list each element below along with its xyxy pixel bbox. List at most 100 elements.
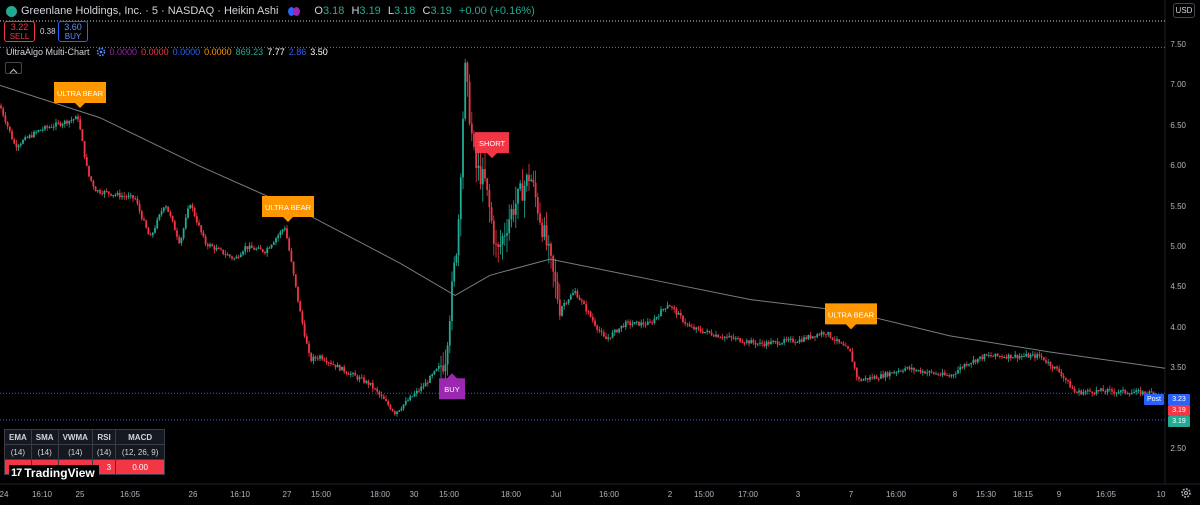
candle-body <box>415 390 418 394</box>
candle-body <box>776 341 779 345</box>
candle-body <box>431 374 434 376</box>
candle-body <box>470 123 473 134</box>
symbol-title[interactable]: Greenlane Holdings, Inc. · 5 · NASDAQ · … <box>21 5 278 17</box>
candle-body <box>994 353 997 357</box>
candle-body <box>312 356 315 361</box>
candle-body <box>211 244 214 247</box>
ohlc-high-value: 3.19 <box>359 5 381 17</box>
candle-body <box>877 378 880 380</box>
candle-body <box>748 340 750 344</box>
candle-body <box>363 377 365 383</box>
candle-body <box>741 342 744 344</box>
candle-body <box>283 228 286 230</box>
candle-body <box>600 330 603 333</box>
buy-button[interactable]: 3.60 BUY <box>58 21 88 42</box>
candle-body <box>125 196 128 198</box>
candle-body <box>48 127 51 129</box>
candle-body <box>985 354 988 356</box>
candle-body <box>737 338 739 340</box>
tradingview-logo[interactable]: 17 TradingView <box>9 465 99 481</box>
candle-body <box>532 179 535 183</box>
candle-body <box>1080 390 1083 395</box>
candle-body <box>15 143 18 148</box>
price-tick-label: 4.00 <box>1170 322 1186 332</box>
post-market-label: Post <box>1144 394 1164 405</box>
candle-body <box>880 374 882 379</box>
chart-settings-gear-icon[interactable] <box>1180 487 1192 499</box>
candle-body <box>798 339 801 343</box>
candle-body <box>668 305 671 307</box>
candle-body <box>398 410 401 412</box>
currency-button[interactable]: USD <box>1173 3 1195 18</box>
price-tick-label: 2.50 <box>1170 444 1186 453</box>
ohlc-change-value: +0.00 (+0.16%) <box>458 5 535 17</box>
sell-button[interactable]: 3.22 SELL <box>4 21 35 42</box>
spread-value: 0.38 <box>40 27 56 36</box>
candle-body <box>591 316 594 321</box>
candle-body <box>17 145 20 148</box>
indicator-settings-icon[interactable] <box>96 47 106 57</box>
candle-body <box>455 255 458 263</box>
candle-body <box>886 372 889 377</box>
candle-body <box>565 303 568 305</box>
candle-body <box>517 188 519 204</box>
candle-body <box>976 358 979 363</box>
candle-body <box>836 339 838 341</box>
indicator-name[interactable]: UltraAlgo Multi-Chart <box>6 47 90 57</box>
candle-body <box>585 304 588 312</box>
candle-body <box>484 169 486 179</box>
candle-body <box>204 236 207 245</box>
candle-body <box>983 354 986 360</box>
candle-body <box>429 375 431 383</box>
collapse-legend-button[interactable] <box>5 62 22 74</box>
time-tick-label: 15:30 <box>975 490 997 499</box>
signal-label-text: SHORT <box>479 139 506 148</box>
candle-body <box>127 195 130 198</box>
candle-body <box>400 408 403 411</box>
candle-body <box>910 367 913 370</box>
close-price-label: 3.19 <box>1168 416 1190 427</box>
candle-body <box>33 131 35 138</box>
candle-body <box>739 338 742 343</box>
candle-body <box>409 396 412 401</box>
candle-body <box>833 339 836 341</box>
candle-body <box>1012 357 1014 359</box>
time-tick-label: 16:00 <box>598 490 620 499</box>
candle-body <box>299 301 302 312</box>
candle-body <box>118 192 121 198</box>
candle-body <box>129 195 132 197</box>
candle-body <box>534 182 537 198</box>
candle-body <box>510 209 513 220</box>
candle-body <box>598 329 601 331</box>
candle-body <box>490 207 493 221</box>
candle-body <box>556 281 559 300</box>
candle-body <box>787 339 790 341</box>
table-header-cell: VWMA <box>57 429 93 445</box>
candle-body <box>57 122 60 124</box>
candle-body <box>497 244 500 248</box>
candle-body <box>435 368 438 371</box>
market-status-icon[interactable] <box>288 6 302 16</box>
candle-body <box>893 372 896 374</box>
candle-body <box>578 297 581 301</box>
candle-body <box>871 377 874 379</box>
price-chart[interactable]: ULTRA BEAR ULTRA BEAR SHORT BUY ULTRA BEAR <box>0 0 1200 505</box>
candle-body <box>94 186 97 192</box>
candle-body <box>22 139 24 144</box>
candle-body <box>866 378 869 380</box>
candle-body <box>222 249 225 255</box>
candle-body <box>849 348 852 352</box>
candle-body <box>266 248 269 254</box>
candle-body <box>792 338 794 343</box>
candle-body <box>1139 390 1142 395</box>
candle-body <box>347 373 350 375</box>
indicator-values: 0.0000 0.0000 0.0000 0.0000 869.23 7.77 2.86 3.… <box>110 47 332 57</box>
candle-body <box>547 243 550 246</box>
candle-body <box>708 330 711 333</box>
candle-body <box>1133 392 1135 394</box>
candle-body <box>660 309 662 317</box>
candle-body <box>319 355 321 359</box>
time-tick-label: 3 <box>795 490 801 499</box>
candle-body <box>915 370 918 372</box>
indicator-legend[interactable]: UltraAlgo Multi-Chart 0.0000 0.0000 0.0000… <box>6 47 336 57</box>
